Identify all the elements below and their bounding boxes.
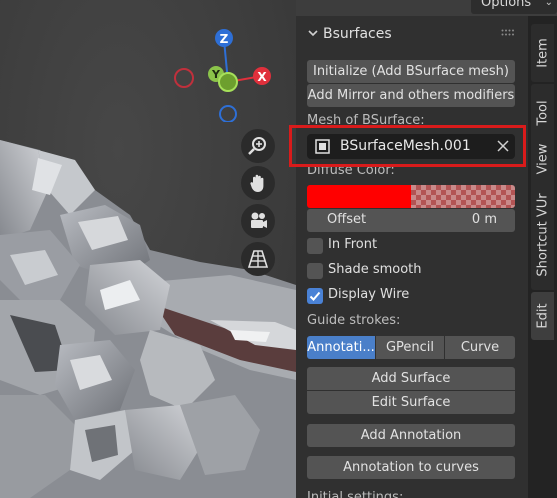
initialize-button[interactable]: Initialize (Add BSurface mesh) — [307, 60, 515, 83]
sidebar-tabs: Item Tool View Shortcut VUr Edit — [528, 16, 557, 498]
checkbox-box[interactable] — [307, 263, 323, 279]
tab-label: Tool — [535, 100, 550, 126]
tab-item[interactable]: Item — [531, 24, 554, 82]
tab-label: View — [535, 143, 550, 175]
camera-icon — [251, 212, 267, 228]
offset-field[interactable]: Offset 0 m — [307, 209, 515, 232]
panel-title: Bsurfaces — [323, 26, 392, 42]
tab-label: Shortcut VUr — [535, 193, 550, 277]
offset-label: Offset — [327, 212, 367, 227]
add-mirror-button[interactable]: Add Mirror and others modifiers — [307, 84, 515, 107]
gizmo-neg-z-axis — [219, 105, 237, 122]
navigation-gizmo[interactable]: Z X Y — [170, 22, 280, 122]
3d-viewport[interactable]: Z X Y — [0, 0, 296, 498]
annotation-to-curves-button[interactable]: Annotation to curves — [307, 456, 515, 479]
drag-handle-icon[interactable] — [501, 29, 515, 37]
shade-smooth-label: Shade smooth — [328, 262, 422, 277]
mesh-field-highlight — [289, 125, 526, 167]
display-wire-label: Display Wire — [328, 287, 410, 302]
tab-edit[interactable]: Edit — [531, 292, 554, 340]
checkmark-icon — [309, 291, 321, 301]
chevron-down-icon[interactable] — [306, 26, 320, 40]
options-dropdown[interactable]: Options ⌄ — [471, 0, 557, 14]
add-surface-button[interactable]: Add Surface — [307, 367, 515, 390]
color-swatch-opaque — [307, 185, 411, 208]
guide-option-gpencil[interactable]: GPencil — [376, 336, 444, 359]
tab-shortcut-vur[interactable]: Shortcut VUr — [531, 180, 554, 290]
tab-label: Item — [535, 38, 550, 68]
guide-option-annotation[interactable]: Annotati... — [307, 336, 375, 359]
zoom-icon — [248, 137, 266, 155]
checkbox-box-checked[interactable] — [307, 288, 323, 304]
chevron-down-icon: ⌄ — [544, 0, 553, 8]
bsurfaces-panel: Bsurfaces Initialize (Add BSurface mesh)… — [296, 16, 528, 498]
tab-label: Edit — [535, 303, 550, 329]
initial-settings-label: Initial settings: — [307, 490, 404, 498]
in-front-label: In Front — [328, 237, 378, 252]
add-annotation-button[interactable]: Add Annotation — [307, 424, 515, 447]
gizmo-y-label: Y — [211, 68, 221, 81]
color-swatch-alpha — [411, 185, 515, 208]
camera-view-button[interactable] — [241, 204, 275, 238]
gizmo-x-label: X — [257, 70, 267, 84]
hand-pan-icon — [250, 174, 264, 192]
panel-header[interactable]: Bsurfaces — [296, 16, 528, 52]
edit-surface-button[interactable]: Edit Surface — [307, 391, 515, 414]
pan-button[interactable] — [241, 166, 275, 200]
gizmo-z-label: Z — [220, 32, 229, 46]
gizmo-neg-x-axis — [174, 68, 194, 88]
guide-strokes-label: Guide strokes: — [307, 313, 401, 328]
zoom-button[interactable] — [241, 129, 275, 163]
perspective-grid-icon — [247, 250, 269, 268]
offset-value: 0 m — [471, 212, 497, 227]
options-label: Options — [481, 0, 532, 10]
diffuse-color-swatch[interactable] — [307, 185, 515, 208]
guide-option-curve[interactable]: Curve — [445, 336, 515, 359]
gizmo-neg-y-axis — [218, 72, 238, 92]
checkbox-box[interactable] — [307, 238, 323, 254]
perspective-toggle-button[interactable] — [241, 242, 275, 276]
